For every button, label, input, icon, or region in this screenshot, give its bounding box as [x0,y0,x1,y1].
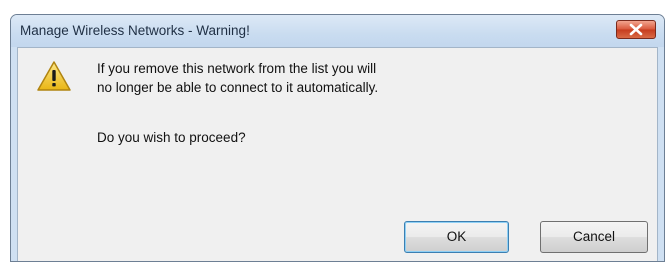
close-button[interactable] [616,20,656,39]
warning-message: If you remove this network from the list… [97,59,378,97]
confirm-question: Do you wish to proceed? [97,130,246,145]
ok-button[interactable]: OK [404,221,509,253]
warning-dialog: Manage Wireless Networks - Warning! If y… [10,14,665,262]
title-bar[interactable]: Manage Wireless Networks - Warning! [11,15,664,47]
message-line: If you remove this network from the list… [97,61,377,76]
warning-icon [37,61,71,91]
close-icon [629,23,643,36]
cancel-button[interactable]: Cancel [540,221,648,253]
dialog-body: If you remove this network from the list… [17,47,658,261]
dialog-title: Manage Wireless Networks - Warning! [20,23,250,38]
message-line: no longer be able to connect to it autom… [97,80,379,95]
